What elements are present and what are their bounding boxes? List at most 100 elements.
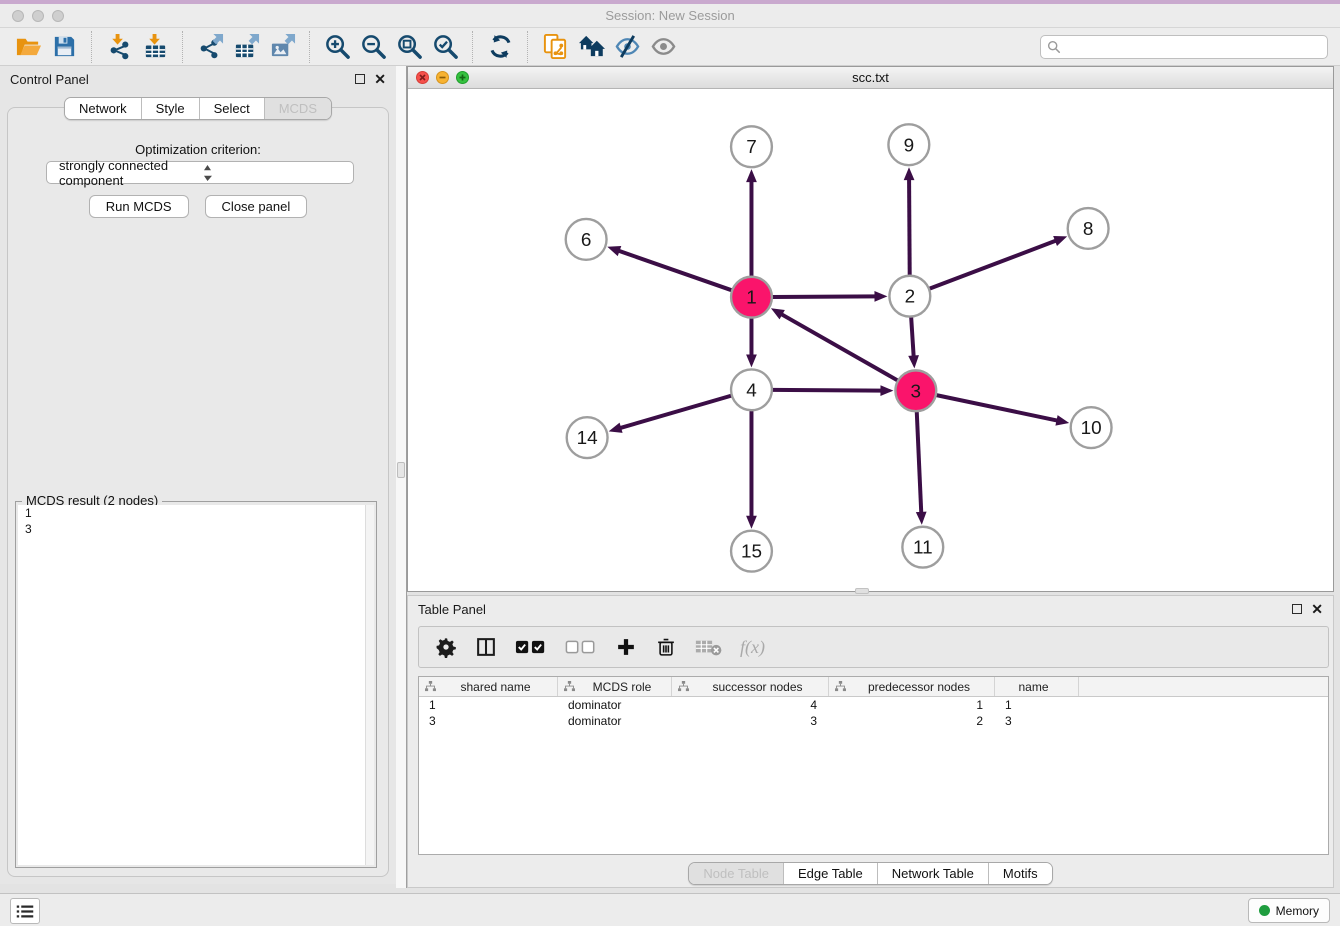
graph-edge-2-8[interactable] [929, 236, 1067, 289]
column-header-MCDS-role[interactable]: MCDS role [558, 677, 672, 696]
graph-edge-2-3[interactable] [908, 317, 919, 369]
frame-close-icon[interactable] [416, 71, 429, 84]
network-frame-titlebar[interactable]: scc.txt [408, 67, 1333, 89]
run-mcds-button[interactable]: Run MCDS [89, 195, 189, 218]
graph-node-3[interactable]: 3 [895, 370, 936, 411]
tab-motifs[interactable]: Motifs [989, 863, 1052, 884]
graph-node-6[interactable]: 6 [566, 219, 607, 260]
table-cell[interactable]: dominator [558, 714, 672, 728]
tab-style[interactable]: Style [142, 98, 200, 119]
table-cell[interactable]: 4 [672, 698, 829, 712]
graph-edge-2-9[interactable] [904, 167, 915, 276]
graph-edge-4-3[interactable] [772, 385, 894, 396]
graph-node-2[interactable]: 2 [889, 276, 930, 317]
export-network-button[interactable] [192, 30, 228, 64]
close-panel-button[interactable]: Close panel [205, 195, 308, 218]
import-network-button[interactable] [101, 30, 137, 64]
home-layout-button[interactable] [573, 30, 609, 64]
criterion-select[interactable]: strongly connected component [46, 161, 354, 184]
deselect-all-button[interactable] [565, 637, 597, 658]
graph-node-label: 8 [1083, 219, 1094, 240]
frame-minimize-icon[interactable] [436, 71, 449, 84]
tab-network[interactable]: Network [65, 98, 142, 119]
split-panel-button[interactable] [475, 636, 497, 658]
horizontal-splitter-grip[interactable] [855, 588, 869, 594]
column-header-label: name [995, 680, 1078, 694]
select-all-button[interactable] [515, 637, 547, 658]
vertical-splitter-grip[interactable] [397, 462, 405, 478]
graph-edge-3-11[interactable] [916, 411, 927, 525]
graph-node-7[interactable]: 7 [731, 126, 772, 167]
clone-network-button[interactable] [537, 30, 573, 64]
search-input[interactable] [1065, 40, 1321, 54]
delete-row-button[interactable] [655, 636, 677, 658]
graph-edge-4-15[interactable] [746, 410, 757, 529]
zoom-selected-button[interactable] [427, 30, 463, 64]
graph-edge-1-2[interactable] [772, 291, 888, 302]
close-panel-icon[interactable]: ✕ [374, 74, 386, 84]
column-header-successor-nodes[interactable]: successor nodes [672, 677, 829, 696]
add-row-button[interactable] [615, 636, 637, 658]
table-cell[interactable]: 3 [672, 714, 829, 728]
graph-edge-4-14[interactable] [609, 396, 732, 433]
graph-node-11[interactable]: 11 [902, 527, 943, 568]
graph-node-9[interactable]: 9 [888, 124, 929, 165]
function-builder-button[interactable]: f(x) [740, 637, 765, 658]
close-table-panel-icon[interactable]: ✕ [1311, 604, 1323, 614]
float-table-panel-icon[interactable] [1292, 604, 1302, 614]
network-canvas[interactable]: 1 2 3 4 6 7 8 9 10 11 14 15 [408, 89, 1333, 591]
list-icon [16, 904, 34, 919]
zoom-fit-button[interactable] [391, 30, 427, 64]
table-cell[interactable]: 1 [419, 698, 558, 712]
graph-node-1[interactable]: 1 [731, 277, 772, 318]
refresh-button[interactable] [482, 30, 518, 64]
graph-edge-1-4[interactable] [746, 318, 757, 368]
tab-network-table[interactable]: Network Table [878, 863, 989, 884]
hide-graphics-button[interactable] [609, 30, 645, 64]
hierarchy-icon [425, 681, 436, 692]
mcds-result-list[interactable]: 13 [18, 505, 374, 865]
graph-node-14[interactable]: 14 [567, 417, 608, 458]
memory-button[interactable]: Memory [1248, 898, 1330, 923]
table-cell[interactable]: 3 [419, 714, 558, 728]
table-cell[interactable]: 1 [829, 698, 995, 712]
network-graph-svg[interactable]: 1 2 3 4 6 7 8 9 10 11 14 15 [408, 89, 1333, 591]
column-header-name[interactable]: name [995, 677, 1079, 696]
table-cell[interactable]: 3 [995, 714, 1079, 728]
graph-node-8[interactable]: 8 [1068, 208, 1109, 249]
table-cell[interactable]: dominator [558, 698, 672, 712]
table-row[interactable]: 3dominator323 [419, 713, 1328, 729]
float-panel-icon[interactable] [355, 74, 365, 84]
graph-edge-3-1[interactable] [771, 308, 898, 380]
graph-node-15[interactable]: 15 [731, 531, 772, 572]
graph-edge-1-6[interactable] [607, 246, 732, 290]
export-table-button[interactable] [228, 30, 264, 64]
delete-table-button[interactable] [695, 637, 722, 657]
graph-edge-3-10[interactable] [936, 395, 1069, 426]
toolbar-separator [309, 31, 310, 63]
zoom-in-button[interactable] [319, 30, 355, 64]
frame-maximize-icon[interactable] [456, 71, 469, 84]
task-history-button[interactable] [10, 898, 40, 924]
column-header-predecessor-nodes[interactable]: predecessor nodes [829, 677, 995, 696]
graph-edge-1-7[interactable] [746, 169, 757, 277]
save-session-button[interactable] [46, 30, 82, 64]
show-graphics-button[interactable] [645, 30, 681, 64]
tab-select[interactable]: Select [200, 98, 265, 119]
tab-mcds[interactable]: MCDS [265, 98, 331, 119]
table-cell[interactable]: 1 [995, 698, 1079, 712]
table-cell[interactable]: 2 [829, 714, 995, 728]
export-image-button[interactable] [264, 30, 300, 64]
column-header-shared-name[interactable]: shared name [419, 677, 558, 696]
vertical-splitter[interactable] [396, 66, 407, 888]
table-settings-button[interactable] [435, 636, 457, 658]
graph-node-4[interactable]: 4 [731, 369, 772, 410]
graph-node-10[interactable]: 10 [1071, 407, 1112, 448]
tab-node-table[interactable]: Node Table [689, 863, 784, 884]
open-file-button[interactable] [10, 30, 46, 64]
tab-edge-table[interactable]: Edge Table [784, 863, 878, 884]
import-table-button[interactable] [137, 30, 173, 64]
zoom-out-button[interactable] [355, 30, 391, 64]
table-row[interactable]: 1dominator411 [419, 697, 1328, 713]
result-scrollbar[interactable] [365, 505, 374, 865]
